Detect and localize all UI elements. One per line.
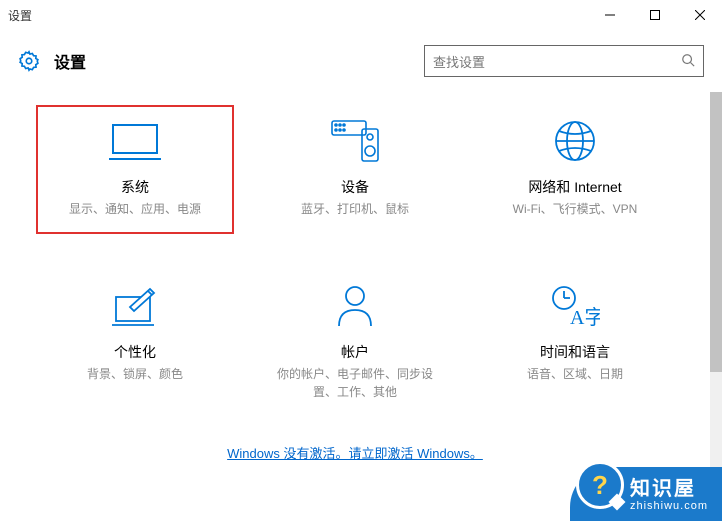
activation-message: Windows 没有激活。请立即激活 Windows。 (20, 443, 690, 462)
tile-network[interactable]: 网络和 Internet Wi-Fi、飞行模式、VPN (480, 117, 670, 222)
maximize-button[interactable] (632, 0, 677, 30)
tile-title: 时间和语言 (540, 342, 610, 362)
display-icon (109, 117, 161, 165)
tile-devices[interactable]: 设备 蓝牙、打印机、鼠标 (260, 117, 450, 222)
tile-desc: 显示、通知、应用、电源 (63, 200, 207, 218)
gear-icon (18, 50, 40, 72)
search-placeholder: 查找设置 (433, 52, 681, 71)
tile-title: 系统 (121, 177, 149, 197)
svg-text:A字: A字 (570, 306, 600, 328)
activation-link[interactable]: Windows 没有激活。请立即激活 Windows。 (227, 446, 483, 461)
personalization-icon (112, 282, 158, 330)
tile-desc: Wi-Fi、飞行模式、VPN (507, 200, 644, 218)
tile-personalization[interactable]: 个性化 背景、锁屏、颜色 (40, 282, 230, 401)
tile-accounts[interactable]: 帐户 你的帐户、电子邮件、同步设置、工作、其他 (260, 282, 450, 401)
tile-time-language[interactable]: A字 时间和语言 语音、区域、日期 (480, 282, 670, 401)
tile-system[interactable]: 系统 显示、通知、应用、电源 (36, 105, 234, 234)
watermark-title: 知识屋 (630, 478, 708, 500)
tile-title: 设备 (341, 177, 369, 197)
time-language-icon: A字 (550, 282, 600, 330)
globe-icon (553, 117, 597, 165)
close-button[interactable] (677, 0, 722, 30)
tile-title: 帐户 (341, 342, 369, 362)
tile-title: 个性化 (114, 342, 156, 362)
page-title: 设置 (54, 49, 86, 73)
person-icon (335, 282, 375, 330)
devices-icon (330, 117, 380, 165)
tile-desc: 你的帐户、电子邮件、同步设置、工作、其他 (260, 365, 450, 401)
titlebar: 设置 (0, 0, 722, 30)
search-icon (681, 53, 695, 70)
tile-desc: 背景、锁屏、颜色 (81, 365, 189, 383)
header: 设置 查找设置 (0, 30, 722, 92)
settings-grid: 系统 显示、通知、应用、电源 设备 蓝牙、打印机、鼠标 (40, 117, 670, 401)
tile-title: 网络和 Internet (528, 177, 621, 197)
minimize-button[interactable] (587, 0, 632, 30)
watermark: ? 知识屋 zhishiwu.com (570, 467, 722, 521)
scrollbar-track[interactable] (710, 92, 722, 521)
scrollbar-thumb[interactable] (710, 92, 722, 372)
tile-desc: 语音、区域、日期 (521, 365, 629, 383)
watermark-badge: ? (576, 461, 624, 509)
watermark-url: zhishiwu.com (630, 500, 708, 512)
content-area: 系统 显示、通知、应用、电源 设备 蓝牙、打印机、鼠标 (0, 92, 710, 521)
search-input[interactable]: 查找设置 (424, 45, 704, 77)
window-title: 设置 (8, 7, 32, 24)
tile-desc: 蓝牙、打印机、鼠标 (295, 200, 415, 218)
